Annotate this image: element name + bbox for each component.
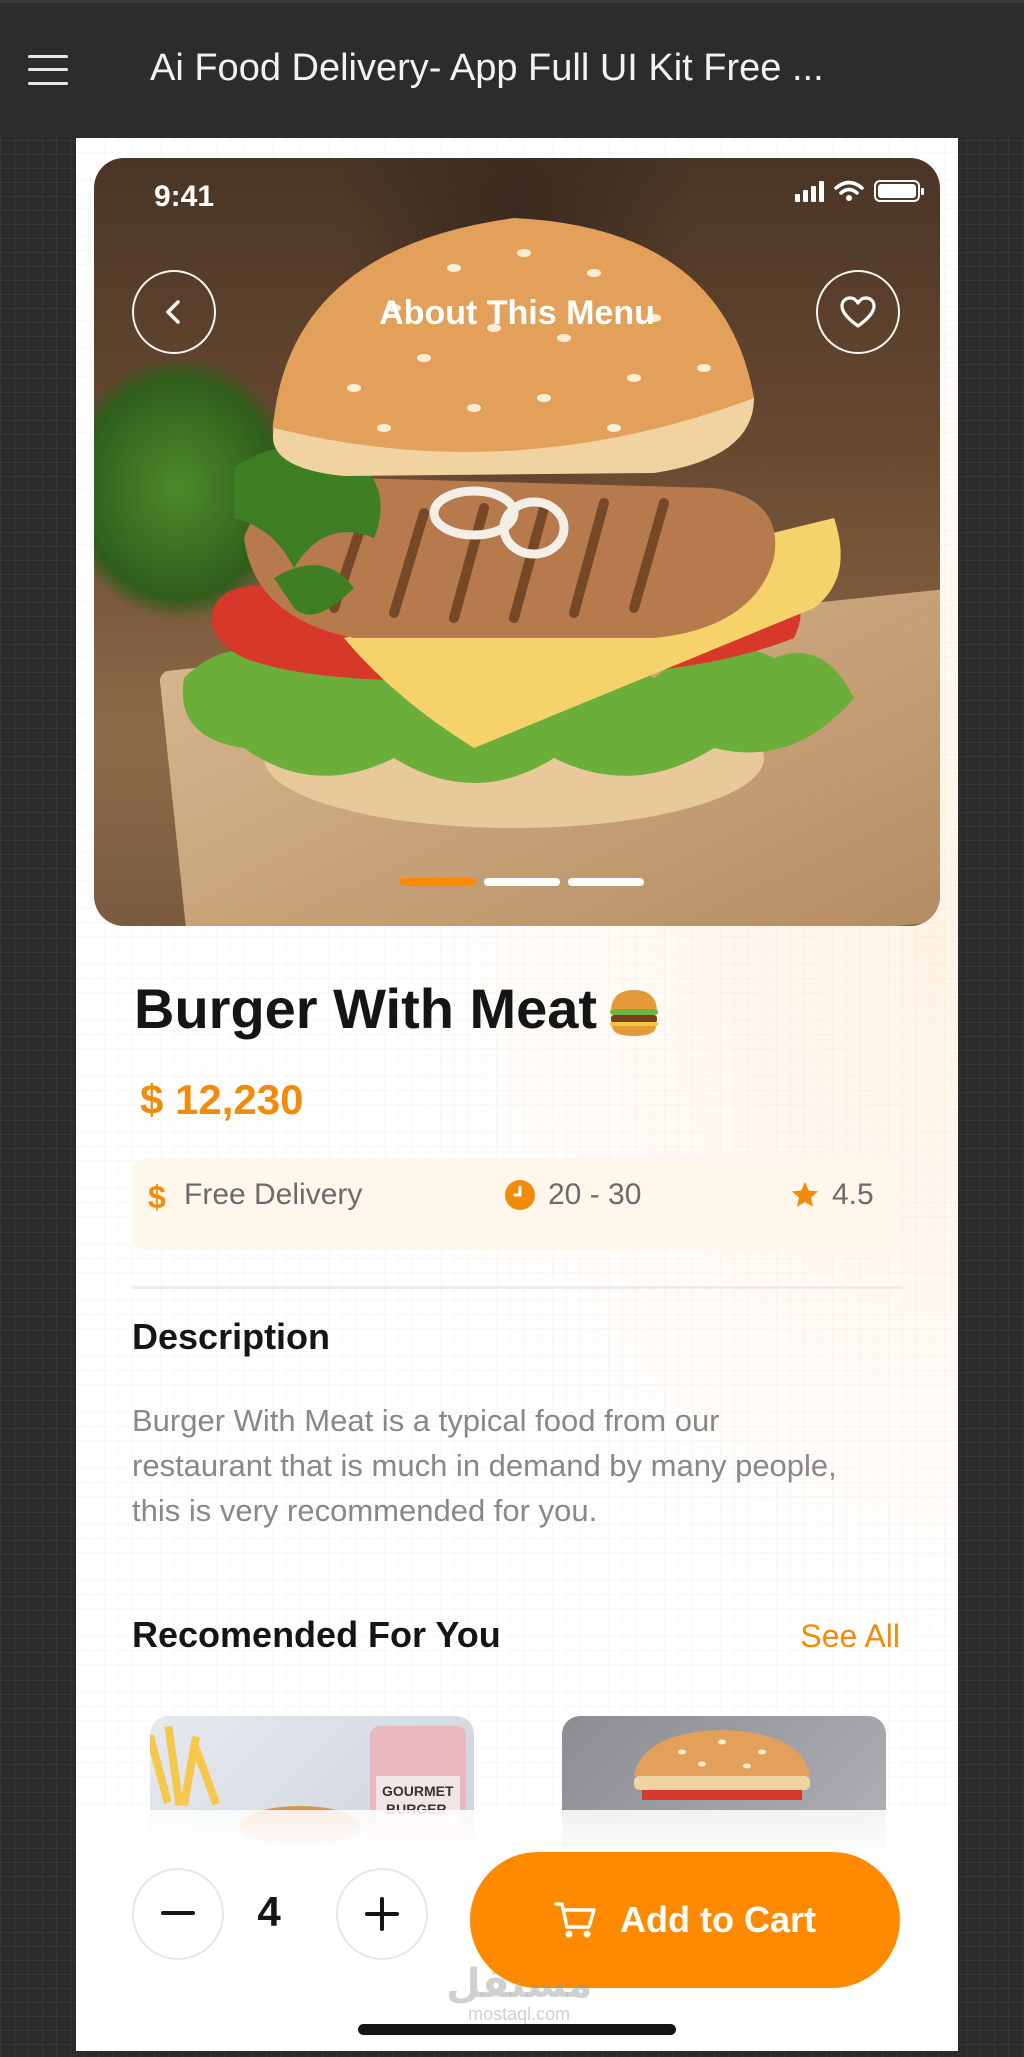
- divider: [132, 1286, 902, 1289]
- delivery-info: $ Free Delivery: [146, 1178, 362, 1212]
- menu-icon[interactable]: [26, 53, 70, 87]
- rating-info: 4.5: [790, 1178, 874, 1212]
- decrease-quantity-button[interactable]: [132, 1868, 224, 1960]
- viewer-toolbar: Ai Food Delivery- App Full UI Kit Free .…: [0, 0, 1024, 136]
- minus-icon: [161, 1911, 195, 1915]
- burger-emoji: [610, 990, 659, 1037]
- phone-screen: 9:41 About This Menu Burger With Meat $ …: [76, 138, 958, 2051]
- favorite-button[interactable]: [816, 270, 900, 354]
- home-indicator[interactable]: [358, 2024, 676, 2035]
- hero-image-carousel[interactable]: 9:41 About This Menu: [94, 158, 940, 926]
- quantity-value: 4: [257, 1888, 281, 1935]
- product-title: Burger With Meat: [134, 976, 661, 1041]
- recommended-title: Recomended For You: [132, 1614, 501, 1655]
- status-icons: [795, 180, 924, 202]
- description-text: Burger With Meat is a typical food from …: [132, 1403, 837, 1528]
- clock-icon: [505, 1180, 535, 1210]
- carousel-indicator: [400, 878, 644, 886]
- page-title: About This Menu: [379, 294, 655, 332]
- time-info: 20 - 30: [504, 1178, 641, 1212]
- watermark: مستقل mostaql.com: [446, 1962, 593, 2024]
- carousel-dot-1[interactable]: [400, 878, 476, 886]
- svg-text:$: $: [148, 1179, 166, 1212]
- description-title: Description: [132, 1316, 331, 1357]
- carousel-dot-2[interactable]: [484, 878, 560, 886]
- burger-photo: [182, 218, 854, 828]
- star-icon: [792, 1182, 818, 1207]
- increase-quantity-button[interactable]: [336, 1868, 428, 1960]
- signal-icon: [795, 180, 824, 202]
- info-card: $ Free Delivery 20 - 30 4.5: [132, 1158, 902, 1250]
- heart-icon: [840, 296, 876, 328]
- plus-icon: [365, 1897, 399, 1931]
- cart-icon: [554, 1902, 596, 1938]
- svg-text:GOURMET: GOURMET: [382, 1783, 454, 1799]
- battery-icon: [874, 180, 924, 202]
- viewer-title: Ai Food Delivery- App Full UI Kit Free .…: [150, 47, 824, 89]
- wifi-icon: [834, 180, 864, 201]
- see-all-link[interactable]: See All: [800, 1618, 900, 1655]
- carousel-dot-3[interactable]: [568, 878, 644, 886]
- status-time: 9:41: [154, 180, 215, 213]
- dollar-icon: $: [148, 1179, 166, 1212]
- product-price: $ 12,230: [140, 1076, 304, 1123]
